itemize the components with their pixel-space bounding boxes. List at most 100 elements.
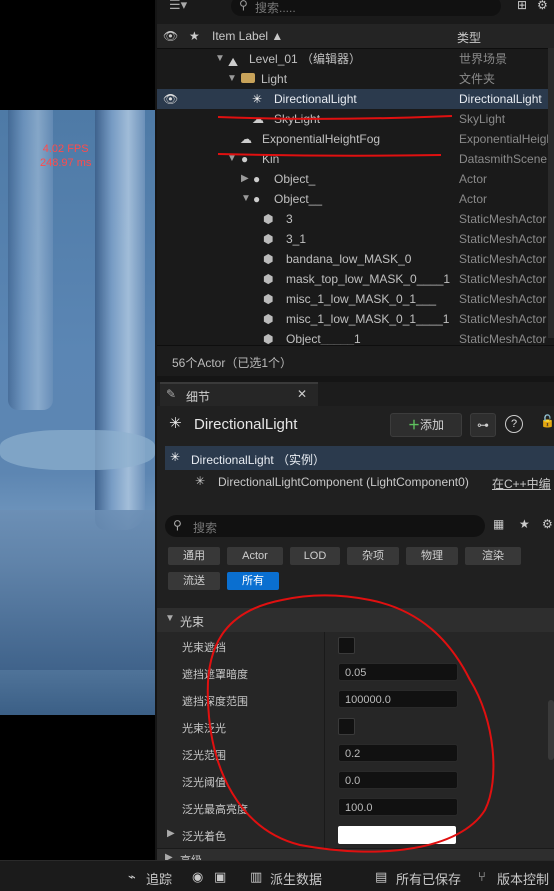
outliner-row-mesh[interactable]: ⬢ 3_1 StaticMeshActor [157,229,554,249]
outliner-search-input[interactable]: ⚲ 搜索..... [231,0,501,16]
filter-general[interactable]: 通用 [168,547,220,565]
collapse-arrow-icon[interactable]: ▼ [227,149,237,169]
outliner-row-mesh[interactable]: ⬢ 3 StaticMeshActor [157,209,554,229]
folder-icon [241,73,255,83]
blueprint-button[interactable]: ⊶ [470,413,496,437]
visibility-eye-icon[interactable]: 👁 [163,89,178,109]
bloom-max-brightness-field[interactable]: 100.0 [338,798,458,816]
row-label: mask_top_low_MASK_0____1 [286,272,451,286]
lock-icon[interactable]: 🔓 [540,414,554,428]
camera-icon[interactable]: ▣ [214,869,226,885]
search-placeholder: 搜索 [193,521,218,535]
prop-row-occlusion-mask-darkness: 遮挡遮罩暗度 0.05 [157,659,554,687]
close-tab-icon[interactable]: ✕ [297,387,307,401]
collapse-arrow-icon[interactable]: ▼ [241,189,251,209]
filter-physics[interactable]: 物理 [406,547,458,565]
actor-count: 56个Actor（已选1个） [172,356,293,370]
static-mesh-icon: ⬢ [263,232,274,246]
directional-light-icon: ✳ [170,450,181,464]
row-label: Object_ [274,172,316,186]
details-search-input[interactable]: ⚲ 搜索 [165,515,485,537]
frame-ms-value: 248.97 ms [40,157,92,169]
occlusion-depth-range-field[interactable]: 100000.0 [338,690,458,708]
prop-label: 泛光最高亮度 [182,804,248,816]
outliner-status-bar: 56个Actor（已选1个） [157,345,554,376]
static-mesh-icon: ⬢ [263,252,274,266]
outliner-row-directional-light[interactable]: 👁 ✳ DirectionalLight DirectionalLight [157,89,554,109]
outliner-scrollbar[interactable] [548,48,554,338]
section-title: 光束 [180,615,205,629]
outliner-row-mesh[interactable]: ⬢ misc_1_low_MASK_0_1____1 StaticMeshAct… [157,309,554,329]
edit-in-cpp-link[interactable]: 在C++中编 [492,475,551,492]
filter-all[interactable]: 所有 [227,572,279,590]
outliner-row-kin[interactable]: ▼ ● Kin DatasmithScene [157,149,554,169]
row-type: StaticMeshActor [459,332,547,345]
outliner-row-level[interactable]: ▼ ⛰ Level_01 （编辑器） 世界场景 [157,49,554,69]
datasmith-scene-icon: ● [241,152,249,166]
type-header[interactable]: 类型 [457,29,481,46]
light-shaft-occlusion-checkbox[interactable] [338,637,355,654]
filter-streaming[interactable]: 流送 [168,572,220,590]
search-icon: ⚲ [173,518,182,532]
source-control-button[interactable]: 版本控制 [497,869,549,888]
light-component-icon: ✳ [195,474,206,488]
collapse-arrow-icon[interactable]: ▼ [165,613,175,624]
expand-arrow-icon[interactable]: ▶ [241,169,249,189]
bloom-threshold-field[interactable]: 0.0 [338,771,458,789]
outliner-row-height-fog[interactable]: ☁ ExponentialHeightFog ExponentialHeight… [157,129,554,149]
add-icon[interactable]: ⊞ [517,0,527,12]
help-icon[interactable]: ? [505,415,523,433]
filter-lod[interactable]: LOD [290,547,340,565]
filter-icon[interactable]: ☰▾ [169,0,187,13]
row-label: 3 [286,212,293,226]
row-label: ExponentialHeightFog [262,132,381,146]
settings-icon[interactable]: ⚙ [542,517,553,531]
collapse-arrow-icon[interactable]: ▼ [215,49,225,69]
add-component-button[interactable]: ＋添加 [390,413,462,437]
row-type: StaticMeshActor [459,252,547,266]
favorite-star-icon[interactable]: ★ [519,517,530,531]
pin-column-icon[interactable]: ★ [189,29,200,43]
outliner-row-mesh[interactable]: ⬢ bandana_low_MASK_0 StaticMeshActor [157,249,554,269]
section-header-light-shafts[interactable]: ▼ 光束 [157,608,554,632]
pot-body [0,510,155,670]
outliner-row-object[interactable]: ▶ ● Object_ Actor [157,169,554,189]
light-shaft-bloom-checkbox[interactable] [338,718,355,735]
trace-button[interactable]: 追踪 [146,869,172,888]
component-root-row[interactable]: ✳ DirectionalLight （实例） [165,446,554,470]
outliner-row-mesh[interactable]: ⬢ Object_____1 StaticMeshActor [157,329,554,345]
component-label: DirectionalLightComponent (LightComponen… [218,475,469,489]
occlusion-mask-darkness-field[interactable]: 0.05 [338,663,458,681]
derived-data-button[interactable]: 派生数据 [270,869,322,888]
outliner-row-object2[interactable]: ▼ ● Object__ Actor [157,189,554,209]
expand-arrow-icon[interactable]: ▶ [167,828,175,839]
outliner-row-mesh[interactable]: ⬢ misc_1_low_MASK_0_1___ StaticMeshActor [157,289,554,309]
filter-actor[interactable]: Actor [227,547,283,565]
collapse-arrow-icon[interactable]: ▼ [227,69,237,89]
viewport-scene [0,110,155,715]
row-label: DirectionalLight [274,92,357,106]
all-saved-button[interactable]: 所有已保存 [396,869,461,888]
level-viewport[interactable]: 4.02 FPS 248.97 ms [0,0,155,860]
outliner-row-skylight[interactable]: ☁ SkyLight SkyLight [157,109,554,129]
table-view-icon[interactable]: ▦ [493,517,504,531]
details-scrollbar[interactable] [548,700,554,760]
bloom-scale-field[interactable]: 0.2 [338,744,458,762]
row-type: StaticMeshActor [459,272,547,286]
record-icon[interactable]: ◉ [192,869,203,885]
settings-icon[interactable]: ⚙ [537,0,548,12]
visibility-column-icon[interactable]: 👁 [163,29,178,43]
prop-row-bloom-threshold: 泛光阈值 0.0 [157,767,554,795]
component-row[interactable]: ✳ DirectionalLightComponent (LightCompon… [165,470,554,494]
filter-rendering[interactable]: 渲染 [465,547,521,565]
item-label-header[interactable]: Item Label ▲ [212,29,283,43]
filter-misc[interactable]: 杂项 [347,547,399,565]
outliner-row-light-folder[interactable]: ▼ Light 文件夹 [157,69,554,89]
row-label: bandana_low_MASK_0 [286,252,412,266]
row-type: StaticMeshActor [459,232,547,246]
outliner-row-mesh[interactable]: ⬢ mask_top_low_MASK_0____1 StaticMeshAct… [157,269,554,289]
details-tab[interactable]: ✎ 细节 ✕ [160,382,318,408]
row-label: Light [261,72,288,86]
column-divider[interactable] [324,632,325,849]
bloom-tint-color-swatch[interactable] [338,826,456,844]
